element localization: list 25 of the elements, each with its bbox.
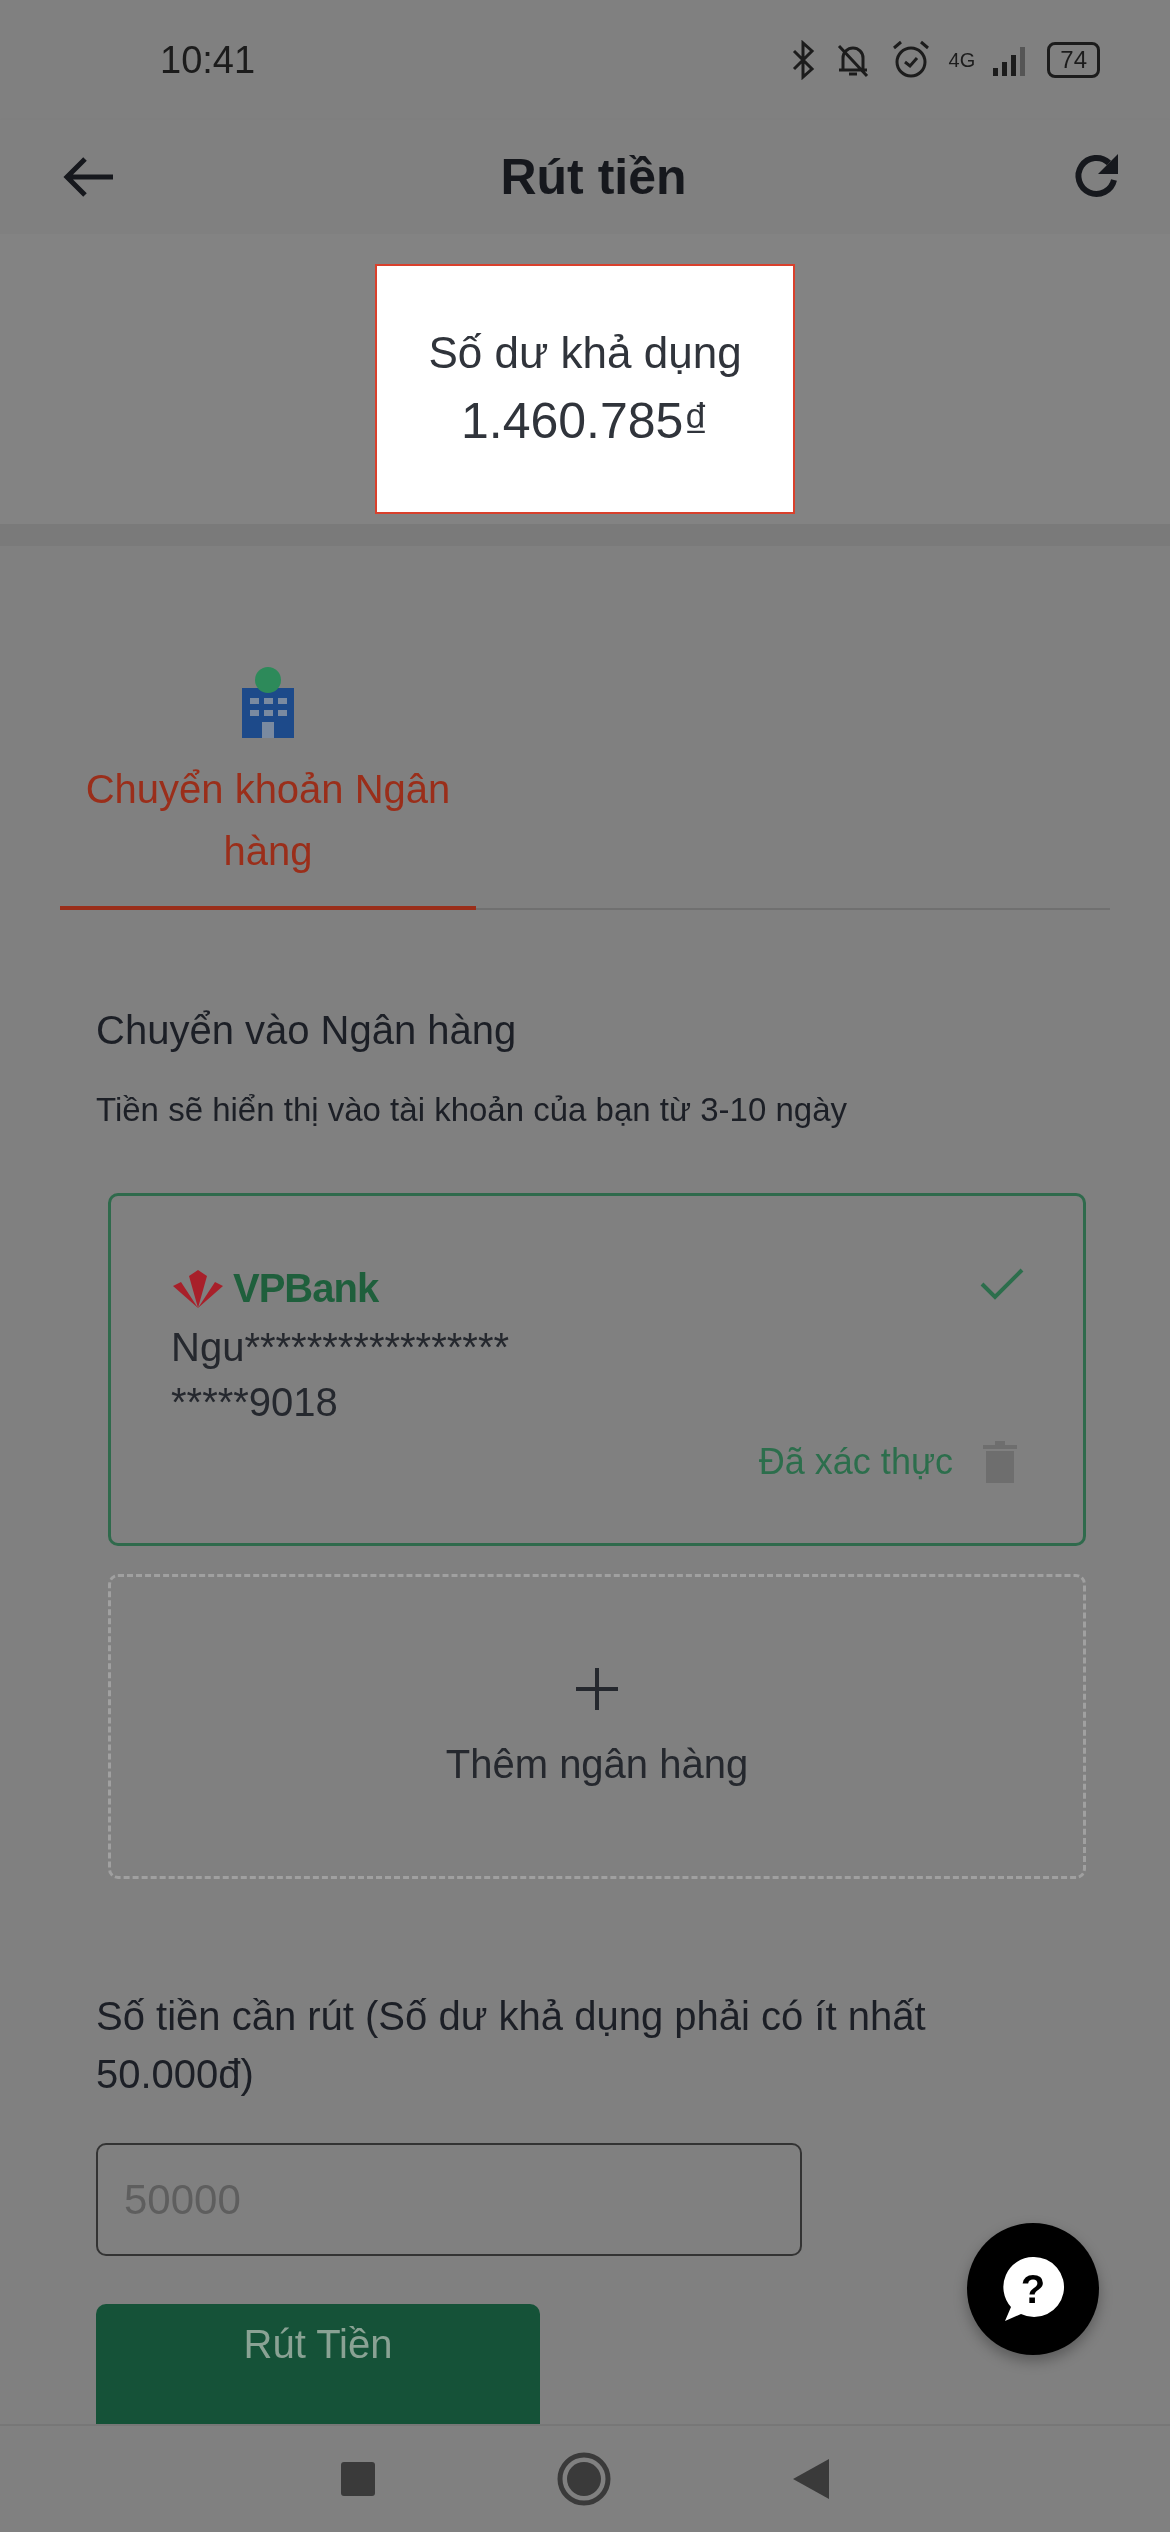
balance-amount: 1.460.785₫	[460, 392, 710, 450]
plus-icon	[574, 1666, 620, 1712]
section-subtitle: Tiền sẽ hiển thị vào tài khoản của bạn từ 3-10 ngày	[96, 1091, 849, 1129]
recent-apps-icon[interactable]	[339, 2460, 378, 2498]
status-time: 10:41	[160, 38, 256, 82]
bank-logo-icon	[171, 1267, 225, 1310]
balance-label: Số dư khả dụng	[428, 328, 742, 378]
help-button[interactable]: ?	[967, 2223, 1099, 2355]
bluetooth-icon	[790, 40, 817, 80]
home-icon[interactable]	[556, 2451, 612, 2507]
bank-name: VPBank	[233, 1266, 379, 1311]
bank-building-icon	[240, 666, 296, 740]
page-title: Rút tiền	[500, 148, 687, 206]
tab[interactable]: Chuyển khoản Ngân hàng	[60, 666, 476, 910]
add-bank-button[interactable]: Thêm ngân hàng	[108, 1573, 1086, 1880]
section-title: Chuyển vào Ngân hàng	[96, 1008, 518, 1053]
withdraw-button[interactable]: Rút Tiền	[96, 2304, 540, 2424]
account-holder: Ngu*****************	[171, 1325, 510, 1370]
battery-level: 74	[1047, 42, 1100, 78]
account-number: *****9018	[171, 1380, 339, 1425]
amount-label: Số tiền cần rút (Số dư khả dụng phải có ít nhất 50.000đ)	[96, 1993, 927, 2099]
verified-status: Đã xác thực	[758, 1441, 953, 1483]
bank-account-card[interactable]: VPBank Ngu***************** *****9018 Đã xác thực	[108, 1193, 1086, 1546]
check-icon	[979, 1266, 1025, 1302]
network-type: 4G	[948, 48, 976, 72]
